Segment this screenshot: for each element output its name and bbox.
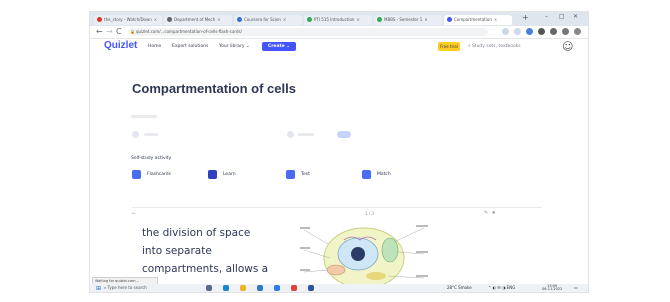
self-study-heading: Self-study activity bbox=[131, 156, 172, 161]
close-tab-icon[interactable]: × bbox=[217, 17, 220, 22]
favicon-icon bbox=[447, 17, 452, 22]
maximize-button[interactable]: □ bbox=[559, 13, 565, 20]
tab-label: Department of Mech bbox=[174, 17, 216, 22]
author-placeholder bbox=[144, 133, 158, 136]
study-mode-label: Flashcards bbox=[147, 172, 171, 177]
quizlet-logo[interactable]: Quizlet bbox=[104, 40, 137, 51]
clock[interactable]: 13:09 06-11-2022 bbox=[542, 284, 562, 291]
reload-button[interactable]: C bbox=[116, 27, 122, 36]
free-trial-button[interactable]: Free trial bbox=[438, 42, 460, 51]
study-mode-learn[interactable]: Learn bbox=[208, 170, 268, 180]
browser-tab[interactable]: MBBS - Semester 1 × bbox=[374, 15, 442, 25]
task-view-icon[interactable] bbox=[206, 285, 212, 291]
sidebar-icon[interactable] bbox=[550, 28, 557, 35]
toggle-pill[interactable] bbox=[337, 131, 351, 138]
flashcard-line: compartments, allows a bbox=[142, 263, 269, 275]
study-mode-test[interactable]: Test bbox=[286, 170, 346, 180]
favicon-icon bbox=[167, 17, 172, 22]
share-placeholder bbox=[298, 133, 314, 136]
favicon-icon bbox=[307, 17, 312, 22]
nav-your-library[interactable]: Your library ⌄ bbox=[219, 44, 250, 49]
flashcard-line: the division of space bbox=[142, 227, 251, 239]
edit-icon[interactable]: ✎ bbox=[484, 210, 488, 216]
menu-icon[interactable] bbox=[574, 28, 581, 35]
new-tab-button[interactable]: + bbox=[522, 13, 529, 22]
store-icon[interactable] bbox=[257, 285, 263, 291]
url-bar[interactable]: 🔒 quizlet.com/...compartmentation-of-cel… bbox=[128, 28, 488, 36]
back-button[interactable]: ← bbox=[96, 27, 103, 36]
tab-label: Compartmentation bbox=[454, 17, 492, 22]
close-tab-icon[interactable]: × bbox=[424, 17, 427, 22]
explorer-icon[interactable] bbox=[240, 285, 246, 291]
tab-label: the_story - Watch/Down bbox=[104, 17, 152, 22]
study-mode-match[interactable]: Match bbox=[362, 170, 422, 180]
screen: the_story - Watch/Down × Department of Mec… bbox=[90, 12, 588, 292]
taskbar: ⊞ ⌕ Type here to search 28°C Smoke ⌃ ◐ ✉… bbox=[90, 284, 588, 292]
tab-strip: the_story - Watch/Down × Department of Mec… bbox=[90, 12, 588, 26]
chevron-down-icon: ⌄ bbox=[284, 44, 291, 49]
close-tab-icon[interactable]: × bbox=[356, 17, 359, 22]
avatar[interactable]: ☺ bbox=[562, 40, 573, 53]
cell-diagram-image bbox=[300, 225, 428, 289]
page-title: Compartmentation of cells bbox=[132, 81, 296, 96]
card-tools[interactable]: ✎ ★ bbox=[484, 210, 496, 216]
tab-label: MBBS - Semester 1 bbox=[384, 17, 423, 22]
study-mode-label: Learn bbox=[223, 172, 236, 177]
quizlet-header: Quizlet Home Expert solutions Your libra… bbox=[90, 39, 588, 55]
extension-icon[interactable] bbox=[526, 28, 533, 35]
create-button[interactable]: Create ⌄ bbox=[262, 42, 296, 51]
study-mode-flashcards[interactable]: Flashcards bbox=[132, 170, 192, 180]
browser-tab[interactable]: Coursera for Scien × bbox=[234, 15, 302, 25]
minimize-button[interactable]: – bbox=[545, 13, 548, 20]
chrome-icon[interactable] bbox=[291, 285, 297, 291]
flashcard-text: the division of space into separate comp… bbox=[142, 224, 272, 278]
favicon-icon bbox=[377, 17, 382, 22]
favicon-icon bbox=[97, 17, 102, 22]
lock-icon: 🔒 bbox=[130, 29, 135, 34]
taskbar-search[interactable]: ⌕ Type here to search bbox=[104, 285, 147, 290]
share-icon[interactable] bbox=[502, 28, 509, 35]
test-icon bbox=[286, 170, 295, 179]
learn-icon bbox=[208, 170, 217, 179]
weather-widget[interactable]: 28°C Smoke bbox=[447, 285, 472, 290]
profile-icon[interactable] bbox=[562, 28, 569, 35]
puzzle-icon[interactable] bbox=[538, 28, 545, 35]
tray-icons[interactable]: ⌃ ◐ ✉ ◑ ENG bbox=[488, 285, 515, 290]
card-divider bbox=[132, 207, 542, 208]
tab-label: Coursera for Scien bbox=[244, 17, 281, 22]
chevron-down-icon: ⌄ bbox=[244, 44, 250, 49]
close-tab-icon[interactable]: × bbox=[494, 17, 497, 22]
browser-tab[interactable]: the_story - Watch/Down × bbox=[94, 15, 162, 25]
close-tab-icon[interactable]: × bbox=[283, 17, 286, 22]
browser-tab[interactable]: PTI 515 Introduction × bbox=[304, 15, 372, 25]
favicon-icon bbox=[237, 17, 242, 22]
forward-button[interactable]: → bbox=[106, 27, 113, 36]
flashcards-icon bbox=[132, 170, 141, 179]
mail-icon[interactable] bbox=[274, 285, 280, 291]
browser-tab[interactable]: Department of Mech × bbox=[164, 15, 232, 25]
rating-row bbox=[131, 115, 157, 118]
flashcard-line: into separate bbox=[142, 245, 212, 257]
close-tab-icon[interactable]: × bbox=[154, 17, 157, 22]
nav-expert-solutions[interactable]: Expert solutions bbox=[172, 44, 208, 49]
edge-icon[interactable] bbox=[223, 285, 229, 291]
tab-label: PTI 515 Introduction bbox=[314, 17, 355, 22]
word-icon[interactable] bbox=[308, 285, 314, 291]
study-mode-label: Match bbox=[377, 172, 391, 177]
study-mode-label: Test bbox=[301, 172, 310, 177]
windows-icon[interactable]: ⊞ bbox=[96, 285, 101, 292]
url-text: quizlet.com/...compartmentation-of-cells… bbox=[136, 29, 242, 34]
bookmark-star-icon[interactable] bbox=[514, 28, 521, 35]
star-icon[interactable]: ★ bbox=[491, 210, 495, 216]
match-icon bbox=[362, 170, 371, 179]
save-icon[interactable] bbox=[287, 131, 294, 138]
arrow-left-icon[interactable]: ← bbox=[132, 211, 136, 217]
user-icon bbox=[132, 131, 139, 138]
search-input[interactable]: ⌕ Study sets, textbooks bbox=[468, 43, 521, 49]
browser-tab[interactable]: Compartmentation × bbox=[444, 15, 512, 25]
notification-icon[interactable]: ▭ bbox=[574, 285, 578, 290]
nav-home[interactable]: Home bbox=[148, 44, 161, 49]
close-window-button[interactable]: ✕ bbox=[573, 13, 578, 20]
address-bar-row: ← → C 🔒 quizlet.com/...compartmentation-… bbox=[90, 26, 588, 39]
